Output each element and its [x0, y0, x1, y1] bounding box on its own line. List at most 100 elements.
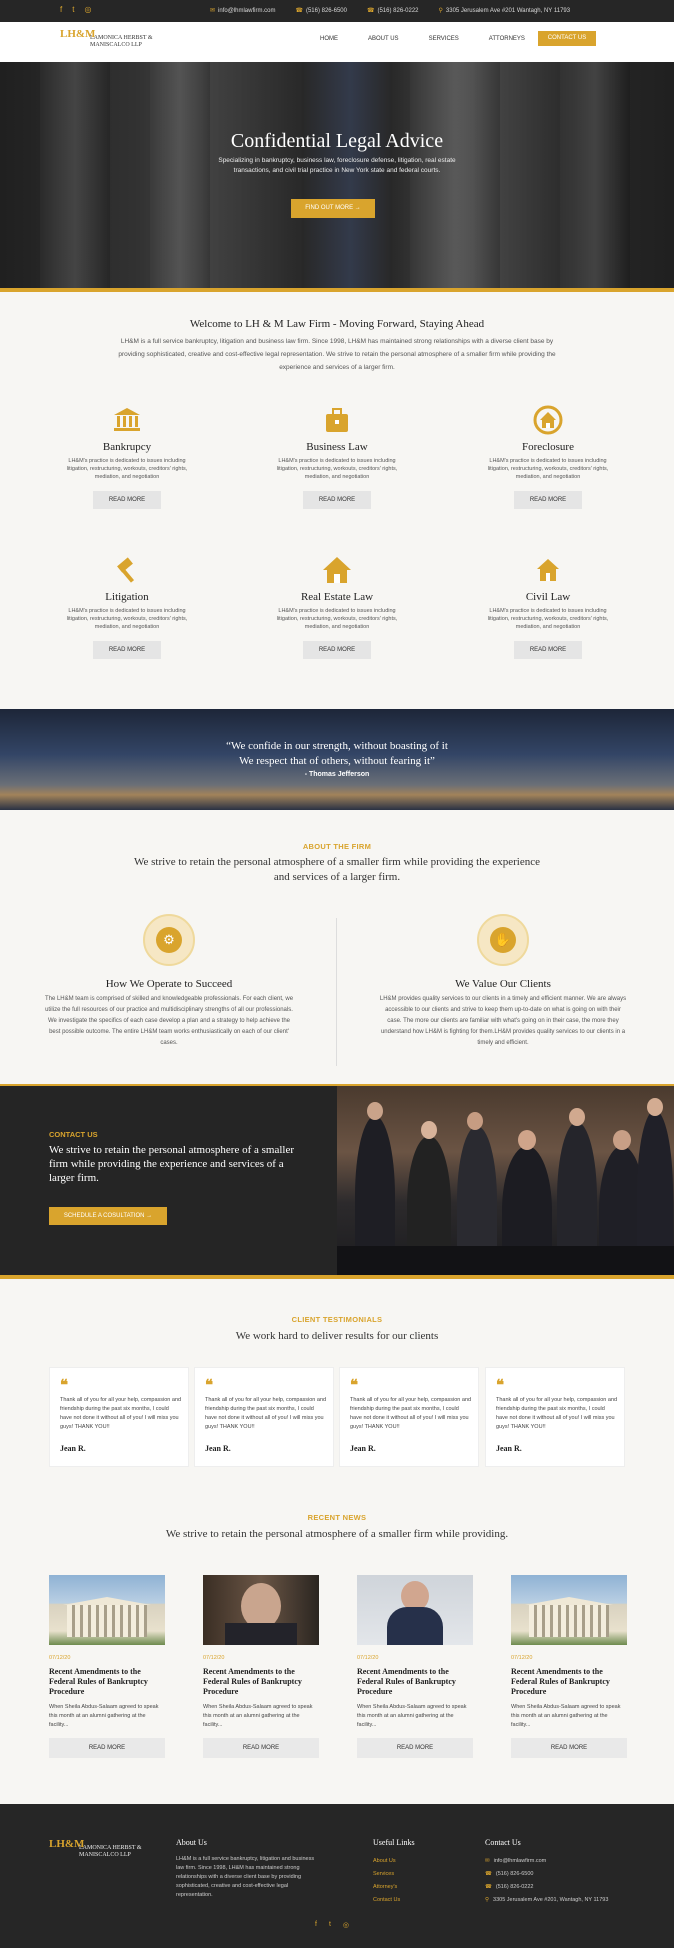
service-card: Foreclosure LH&M's practice is dedicated… — [468, 405, 628, 509]
logo-name: LAMONICA HERBST & MANISCALCO LLP — [79, 1844, 142, 1859]
nav-home[interactable]: HOME — [320, 36, 338, 42]
footer-email[interactable]: ✉ info@lhmlawfirm.com — [485, 1855, 645, 1868]
footer-link-contact[interactable]: Contact Us — [373, 1894, 415, 1907]
testimonial-text: Thank all of you for all your help, comp… — [496, 1397, 618, 1430]
read-more-button[interactable]: READ MORE — [93, 491, 161, 509]
read-more-button[interactable]: READ MORE — [203, 1738, 319, 1758]
news-date: 07/12/20 — [357, 1655, 379, 1661]
quote-icon: ❝ — [350, 1378, 359, 1394]
site-header: LH&M LAMONICA HERBST & MANISCALCO LLP HO… — [0, 22, 674, 62]
house-circle-icon — [533, 405, 563, 435]
news-title[interactable]: Recent Amendments to the Federal Rules o… — [49, 1667, 165, 1697]
service-card: Business Law LH&M's practice is dedicate… — [257, 405, 417, 509]
news-date: 07/12/20 — [203, 1655, 225, 1661]
quote-line: We respect that of others, without feari… — [239, 755, 435, 767]
service-title: Business Law — [306, 441, 368, 453]
gear-head-icon: ⚙ — [143, 914, 195, 966]
footer-social: f t ◎ — [315, 1921, 349, 1929]
news-title[interactable]: Recent Amendments to the Federal Rules o… — [511, 1667, 627, 1697]
location-icon: ⚲ — [438, 8, 443, 14]
footer-logo[interactable]: LH&M LAMONICA HERBST & MANISCALCO LLP — [49, 1838, 149, 1866]
courthouse-image[interactable] — [49, 1575, 165, 1645]
read-more-button[interactable]: READ MORE — [303, 641, 371, 659]
testimonial-text: Thank all of you for all your help, comp… — [350, 1397, 472, 1430]
about-feature: ✋ We Value Our Clients LH&M provides qua… — [378, 914, 628, 1049]
read-more-button[interactable]: READ MORE — [93, 641, 161, 659]
person-face — [367, 1102, 383, 1120]
news-title[interactable]: Recent Amendments to the Federal Rules o… — [357, 1667, 473, 1697]
twitter-icon[interactable]: t — [329, 1921, 331, 1929]
service-card: Civil Law LH&M's practice is dedicated t… — [468, 555, 628, 659]
news-excerpt: When Sheila Abdus-Salaam agreed to speak… — [49, 1704, 159, 1728]
read-more-button[interactable]: READ MORE — [514, 491, 582, 509]
quote-text: “We confide in our strength, without boa… — [0, 739, 674, 769]
service-title: Civil Law — [525, 591, 571, 603]
footer-phone1[interactable]: ☎ (516) 826-6500 — [485, 1868, 645, 1881]
service-text: LH&M's practice is dedicated to issues i… — [276, 458, 398, 480]
testimonial-name: Jean R. — [350, 1444, 376, 1453]
nav-services[interactable]: SERVICES — [429, 36, 459, 42]
read-more-button[interactable]: READ MORE — [303, 491, 371, 509]
person-face — [647, 1098, 663, 1116]
feature-text: LH&M provides quality services to our cl… — [379, 996, 627, 1046]
about-eyebrow: ABOUT THE FIRM — [302, 842, 372, 851]
welcome-title: Welcome to LH & M Law Firm - Moving Forw… — [189, 318, 485, 330]
speaker-image[interactable] — [357, 1575, 473, 1645]
footer-about-title: About Us — [176, 1838, 207, 1847]
service-card: Bankrupcy LH&M's practice is dedicated t… — [47, 405, 207, 509]
contact-us-button[interactable]: CONTACT US — [538, 31, 596, 46]
top-phone1[interactable]: ☎ (516) 826-6500 — [295, 7, 347, 14]
news-title[interactable]: Recent Amendments to the Federal Rules o… — [203, 1667, 319, 1697]
testimonial-name: Jean R. — [60, 1444, 86, 1453]
testimonial-card: ❝ Thank all of you for all your help, co… — [49, 1367, 189, 1467]
service-text: LH&M's practice is dedicated to issues i… — [66, 608, 188, 630]
footer-links: Useful Links About Us Services Attorney'… — [373, 1838, 415, 1907]
news-eyebrow: RECENT NEWS — [307, 1513, 367, 1522]
twitter-icon[interactable]: t — [72, 6, 74, 14]
about-feature: ⚙ How We Operate to Succeed The LH&M tea… — [44, 914, 294, 1049]
news-date: 07/12/20 — [511, 1655, 533, 1661]
footer-contact: Contact Us ✉ info@lhmlawfirm.com ☎ (516) 8… — [485, 1838, 645, 1907]
logo[interactable]: LH&M LAMONICA HERBST & MANISCALCO LLP — [60, 28, 160, 56]
hero-title: Confidential Legal Advice — [230, 130, 444, 152]
facebook-icon[interactable]: f — [315, 1921, 317, 1929]
person-face — [569, 1108, 585, 1126]
instagram-icon[interactable]: ◎ — [84, 6, 91, 14]
nav-about[interactable]: ABOUT US — [368, 36, 399, 42]
instagram-icon[interactable]: ◎ — [343, 1921, 349, 1929]
top-phone2[interactable]: ☎ (516) 826-0222 — [367, 7, 419, 14]
portrait-image[interactable] — [203, 1575, 319, 1645]
footer-link-services[interactable]: Services — [373, 1868, 415, 1881]
service-text: LH&M's practice is dedicated to issues i… — [487, 458, 609, 480]
service-text: LH&M's practice is dedicated to issues i… — [276, 608, 398, 630]
read-more-button[interactable]: READ MORE — [357, 1738, 473, 1758]
testimonial-card: ❝ Thank all of you for all your help, co… — [485, 1367, 625, 1467]
top-bar: f t ◎ ✉ info@lhmlawfirm.com ☎ (516) 826-65… — [0, 0, 674, 22]
handshake-icon: ✋ — [477, 914, 529, 966]
read-more-button[interactable]: READ MORE — [511, 1738, 627, 1758]
logo-mark: LH&M — [49, 1838, 85, 1850]
find-out-more-button[interactable]: FIND OUT MORE → — [291, 199, 375, 218]
footer-about-text: LH&M is a full service bankruptcy, litig… — [176, 1856, 315, 1898]
service-title: Litigation — [105, 591, 149, 603]
footer-link-attorneys[interactable]: Attorney's — [373, 1881, 415, 1894]
courthouse-image[interactable] — [511, 1575, 627, 1645]
main-nav: HOME ABOUT US SERVICES ATTORNEYS CONTACT… — [320, 31, 596, 46]
schedule-consultation-button[interactable]: SCHEDULE A COSULTATION → — [49, 1207, 167, 1225]
about-headline: We strive to retain the personal atmosph… — [134, 856, 540, 883]
quote-author: - Thomas Jefferson — [304, 771, 370, 778]
read-more-button[interactable]: READ MORE — [514, 641, 582, 659]
news-excerpt: When Sheila Abdus-Salaam agreed to speak… — [511, 1704, 621, 1728]
feature-title: We Value Our Clients — [455, 978, 551, 990]
facebook-icon[interactable]: f — [60, 6, 62, 14]
mail-icon: ✉ — [210, 8, 216, 14]
news-card: 07/12/20 Recent Amendments to the Federa… — [49, 1575, 165, 1758]
team-photo — [337, 1086, 674, 1275]
top-address: ⚲ 3305 Jerusalem Ave #201 Wantagh, NY 117… — [438, 8, 571, 14]
footer-phone2[interactable]: ☎ (516) 826-0222 — [485, 1881, 645, 1894]
footer-link-about[interactable]: About Us — [373, 1855, 415, 1868]
read-more-button[interactable]: READ MORE — [49, 1738, 165, 1758]
news-excerpt: When Sheila Abdus-Salaam agreed to speak… — [203, 1704, 313, 1728]
nav-attorneys[interactable]: ATTORNEYS — [489, 36, 525, 42]
top-email[interactable]: ✉ info@lhmlawfirm.com — [210, 7, 275, 14]
